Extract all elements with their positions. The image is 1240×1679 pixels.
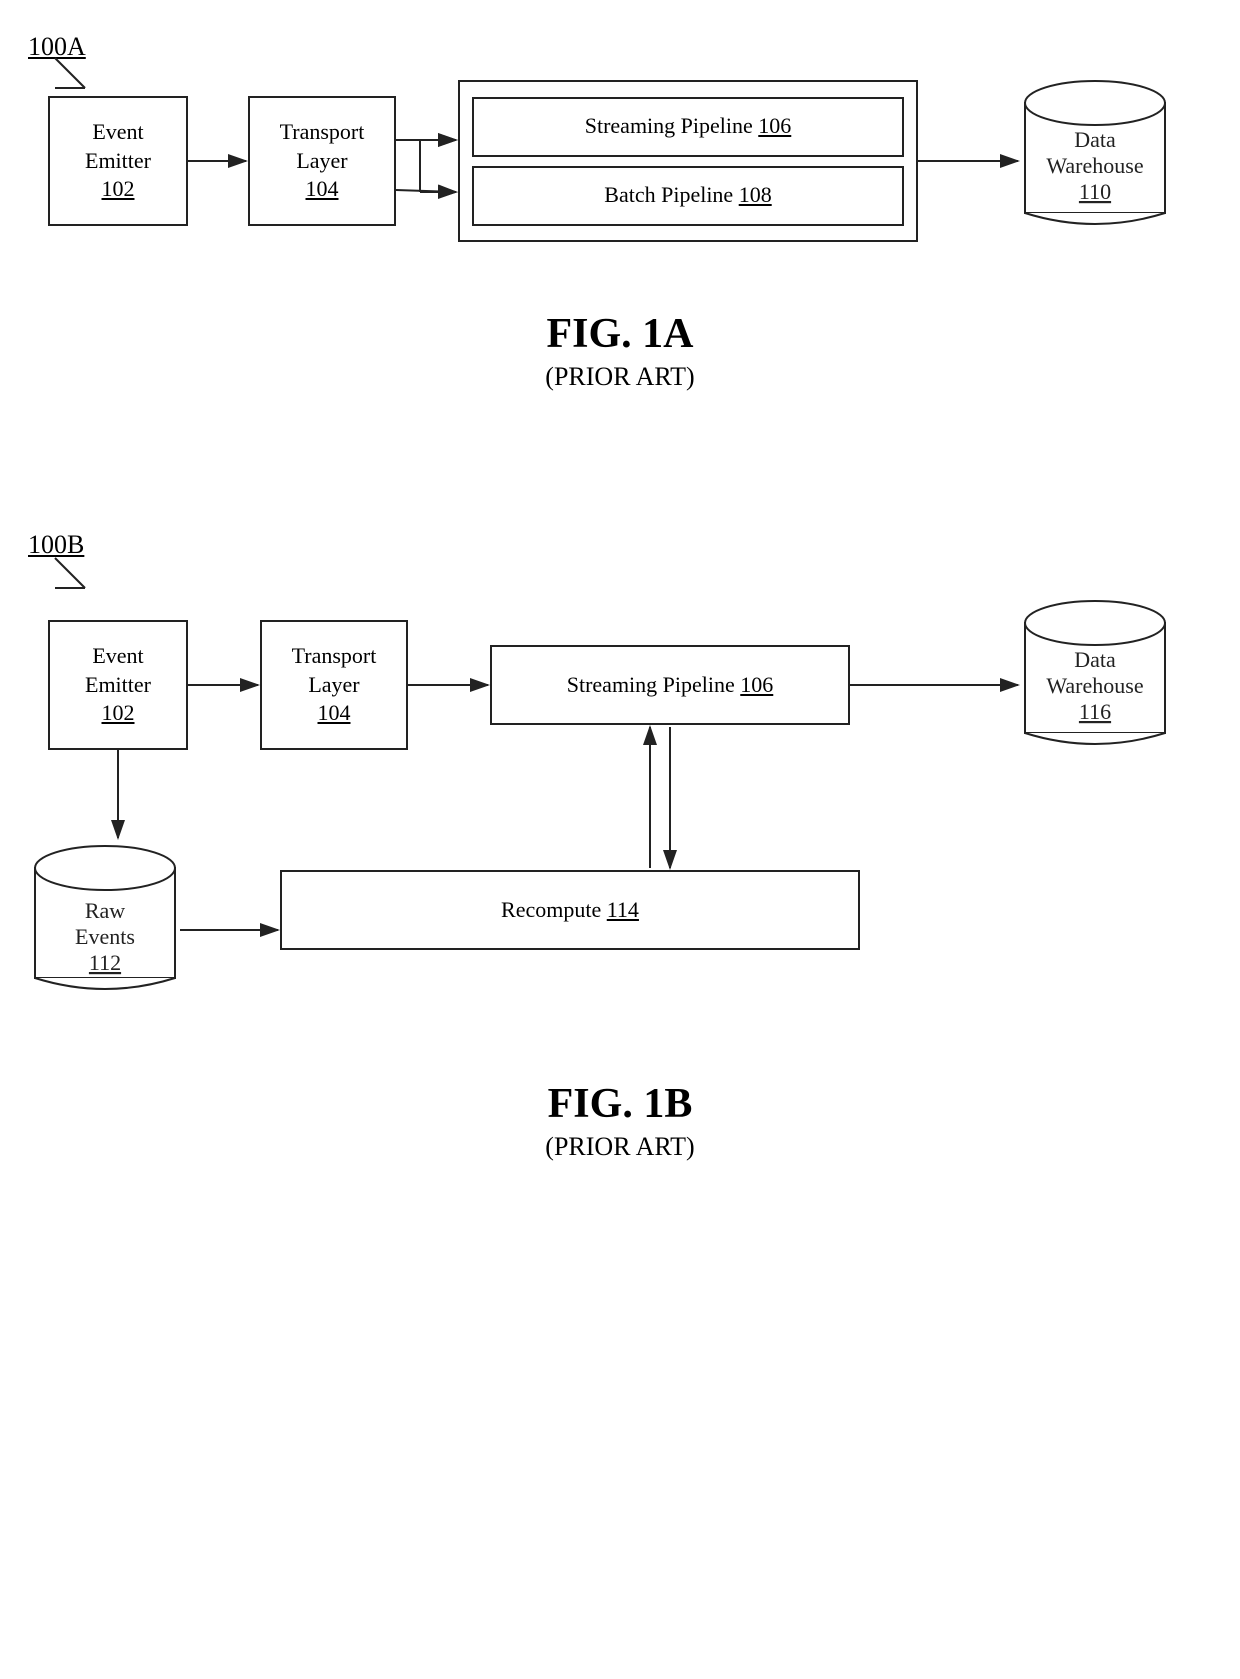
transport-layer-1b-ref: 104 [318, 699, 351, 728]
fig1b-caption: FIG. 1B (PRIOR ART) [0, 1080, 1240, 1162]
recompute-1b-ref: 114 [607, 897, 639, 922]
fig1b-label-text: 100B [28, 530, 84, 559]
event-emitter-1a-line1: Event [92, 118, 143, 147]
fig1a-caption: FIG. 1A (PRIOR ART) [0, 310, 1240, 392]
svg-text:Data: Data [1074, 127, 1116, 152]
event-emitter-1a-ref: 102 [102, 175, 135, 204]
event-emitter-1b-line1: Event [92, 642, 143, 671]
batch-pipeline-1a: Batch Pipeline 108 [472, 166, 904, 226]
event-emitter-1b-line2: Emitter [85, 671, 151, 700]
event-emitter-1b: Event Emitter 102 [48, 620, 188, 750]
svg-text:Raw: Raw [85, 898, 125, 923]
event-emitter-1a: Event Emitter 102 [48, 96, 188, 226]
fig1a-label-text: 100A [28, 32, 86, 61]
event-emitter-1a-line2: Emitter [85, 147, 151, 176]
batch-pipeline-1a-text: Batch Pipeline 108 [604, 181, 771, 210]
event-emitter-1b-ref: 102 [102, 699, 135, 728]
transport-layer-1b-line1: Transport [292, 642, 377, 671]
recompute-1b-text: Recompute 114 [501, 896, 639, 925]
data-warehouse-1b-svg: Data Warehouse 116 [1020, 595, 1170, 765]
raw-events-1b-svg: Raw Events 112 [30, 840, 180, 1010]
streaming-pipeline-1a-text: Streaming Pipeline 106 [585, 112, 792, 141]
raw-events-1b: Raw Events 112 [30, 840, 180, 1010]
transport-layer-1a-ref: 104 [306, 175, 339, 204]
svg-text:116: 116 [1079, 699, 1111, 724]
transport-layer-1b: Transport Layer 104 [260, 620, 408, 750]
streaming-pipeline-1a-ref: 106 [758, 113, 791, 138]
fig1a-name: FIG. 1A [0, 310, 1240, 358]
streaming-pipeline-1b-text: Streaming Pipeline 106 [567, 671, 774, 700]
svg-text:Warehouse: Warehouse [1046, 153, 1143, 178]
fig1b-label: 100B [28, 530, 84, 560]
svg-text:Warehouse: Warehouse [1046, 673, 1143, 698]
fig1a-label: 100A [28, 32, 86, 62]
fig1a-sub: (PRIOR ART) [0, 362, 1240, 392]
streaming-pipeline-1b: Streaming Pipeline 106 [490, 645, 850, 725]
transport-layer-1a-line2: Layer [296, 147, 347, 176]
recompute-1b: Recompute 114 [280, 870, 860, 950]
transport-layer-1b-line2: Layer [308, 671, 359, 700]
streaming-pipeline-1b-ref: 106 [740, 672, 773, 697]
svg-text:112: 112 [89, 950, 121, 975]
svg-text:Events: Events [75, 924, 135, 949]
data-warehouse-1b: Data Warehouse 116 [1020, 595, 1170, 765]
transport-layer-1a-line1: Transport [280, 118, 365, 147]
streaming-pipeline-1a: Streaming Pipeline 106 [472, 97, 904, 157]
data-warehouse-1a-svg: Data Warehouse 110 [1020, 75, 1170, 245]
fig1b-name: FIG. 1B [0, 1080, 1240, 1128]
svg-text:110: 110 [1079, 179, 1111, 204]
pipelines-outer-1a: Streaming Pipeline 106 Batch Pipeline 10… [458, 80, 918, 242]
transport-layer-1a: Transport Layer 104 [248, 96, 396, 226]
data-warehouse-1a: Data Warehouse 110 [1020, 75, 1170, 245]
svg-text:Data: Data [1074, 647, 1116, 672]
batch-pipeline-1a-ref: 108 [739, 182, 772, 207]
fig1b-sub: (PRIOR ART) [0, 1132, 1240, 1162]
page: 100A Event Emitter 102 Transport Layer 1… [0, 0, 1240, 1679]
